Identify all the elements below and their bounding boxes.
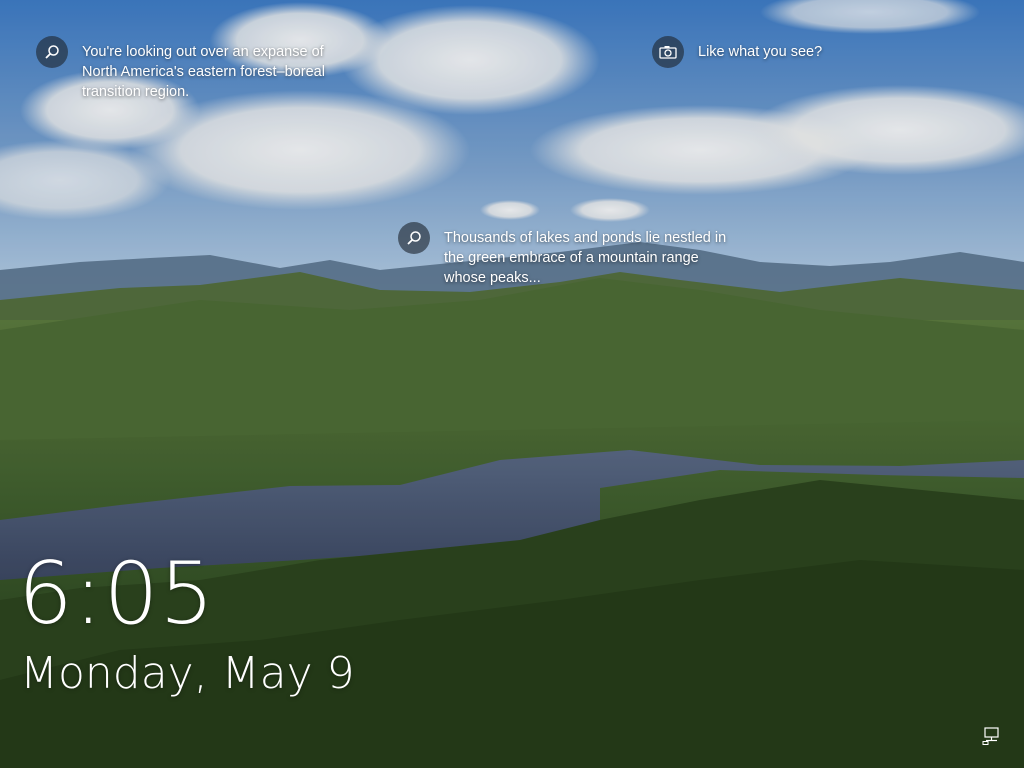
- spotlight-like-what-you-see[interactable]: Like what you see?: [652, 36, 872, 68]
- spotlight-hotspot-forest[interactable]: You're looking out over an expanse of No…: [36, 36, 356, 102]
- search-icon: [398, 222, 430, 254]
- network-icon[interactable]: [982, 726, 1002, 746]
- spotlight-hotspot-lakes[interactable]: Thousands of lakes and ponds lie nestled…: [398, 222, 728, 288]
- camera-icon: [652, 36, 684, 68]
- lock-screen-time: 6:05: [18, 544, 216, 644]
- search-icon: [36, 36, 68, 68]
- lock-screen-date: Monday, May 9: [20, 648, 355, 699]
- spotlight-hotspot-text: Like what you see?: [698, 44, 823, 60]
- spotlight-hotspot-text: You're looking out over an expanse of No…: [82, 44, 325, 100]
- spotlight-hotspot-text: Thousands of lakes and ponds lie nestled…: [444, 230, 727, 286]
